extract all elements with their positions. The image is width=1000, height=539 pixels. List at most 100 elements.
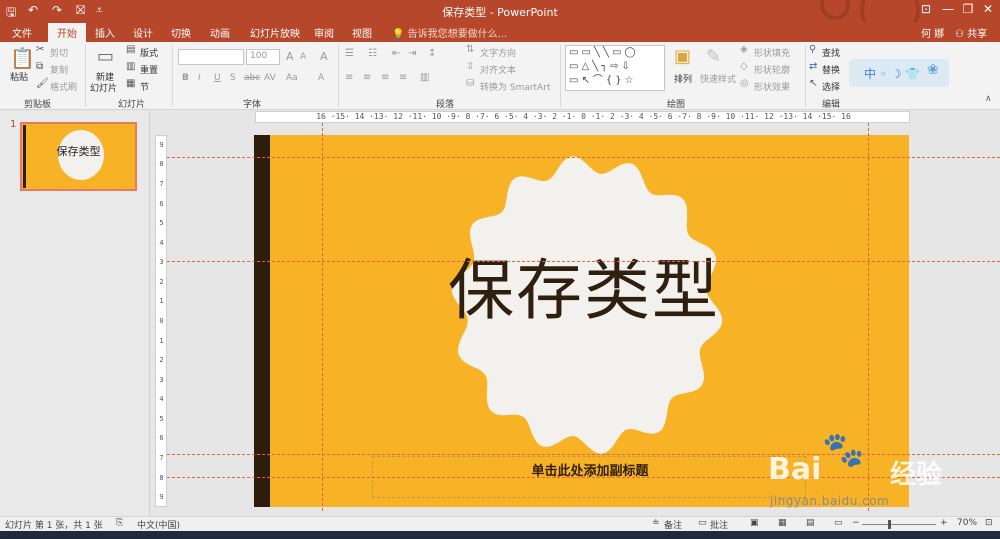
- tab-transitions[interactable]: 切换: [171, 25, 191, 40]
- copy-icon[interactable]: ⧉: [36, 61, 43, 72]
- horizontal-guide[interactable]: [167, 261, 1000, 262]
- restore-button[interactable]: ❐: [958, 2, 978, 16]
- shape-effects-icon[interactable]: ◎: [740, 78, 749, 89]
- section-icon[interactable]: ▦: [126, 78, 135, 89]
- shapes-gallery[interactable]: ▭▭╲╲▭◯ ▭△╲┐⇨⇩ ▭↖⌒{}☆: [565, 45, 665, 91]
- replace-button[interactable]: 替换: [822, 63, 840, 76]
- tab-insert[interactable]: 插入: [95, 25, 115, 40]
- increase-indent-icon[interactable]: ⇥: [408, 48, 416, 59]
- reset-button[interactable]: 重置: [140, 63, 158, 76]
- select-icon[interactable]: ↖: [809, 78, 817, 89]
- section-button[interactable]: 节: [140, 80, 149, 93]
- char-spacing-button[interactable]: AV: [264, 73, 276, 83]
- shape-fill-button[interactable]: 形状填充: [754, 46, 790, 59]
- layout-icon[interactable]: ▤: [126, 44, 135, 55]
- find-button[interactable]: 查找: [822, 46, 840, 59]
- tell-me-box[interactable]: 💡 告诉我您想要做什么...: [392, 25, 507, 40]
- columns-icon[interactable]: ▥: [420, 72, 429, 83]
- arrange-button[interactable]: 排列: [674, 72, 692, 85]
- reading-view-icon[interactable]: ▤: [806, 518, 815, 528]
- ribbon-display-options-icon[interactable]: ⊡: [916, 2, 936, 16]
- format-painter-icon[interactable]: 🖌: [36, 78, 49, 89]
- bullets-icon[interactable]: ☰: [345, 48, 354, 59]
- format-painter-button[interactable]: 格式刷: [50, 80, 77, 93]
- italic-button[interactable]: I: [198, 73, 201, 83]
- arrange-icon[interactable]: ▣: [674, 46, 691, 67]
- cut-button[interactable]: 剪切: [50, 46, 68, 59]
- slide-counter[interactable]: 幻灯片 第 1 张，共 1 张: [5, 518, 103, 531]
- convert-smartart-button[interactable]: 转换为 SmartArt: [480, 80, 550, 93]
- text-direction-button[interactable]: 文字方向: [480, 46, 516, 59]
- tab-review[interactable]: 审阅: [314, 25, 334, 40]
- comments-button[interactable]: 批注: [710, 518, 728, 531]
- fit-to-window-icon[interactable]: ⊡: [985, 518, 993, 528]
- zoom-slider-thumb[interactable]: [888, 520, 891, 529]
- slide-thumbnail[interactable]: 保存类型: [20, 122, 137, 191]
- ime-toolbar[interactable]: 中 ◦ ☽ 👕 ❀: [849, 59, 949, 87]
- normal-view-icon[interactable]: ▣: [750, 518, 759, 528]
- tab-file[interactable]: 文件: [12, 25, 32, 40]
- vertical-guide[interactable]: [322, 123, 323, 511]
- cut-icon[interactable]: ✂: [36, 44, 44, 55]
- align-text-icon[interactable]: ⇳: [466, 61, 474, 72]
- line-spacing-icon[interactable]: ↕: [428, 48, 436, 59]
- zoom-out-button[interactable]: −: [852, 518, 860, 528]
- shadow-button[interactable]: S: [230, 73, 236, 83]
- user-name[interactable]: 何 娜: [921, 25, 944, 40]
- zoom-in-button[interactable]: +: [940, 518, 948, 528]
- align-center-icon[interactable]: ≡: [363, 72, 371, 83]
- change-case-button[interactable]: Aa: [286, 73, 298, 83]
- find-icon[interactable]: ⚲: [809, 44, 816, 55]
- align-left-icon[interactable]: ≡: [345, 72, 353, 83]
- shape-outline-button[interactable]: 形状轮廓: [754, 63, 790, 76]
- close-button[interactable]: ✕: [978, 2, 998, 16]
- bold-button[interactable]: B: [182, 73, 189, 83]
- slide-title[interactable]: 保存类型: [404, 237, 764, 333]
- tab-slideshow[interactable]: 幻灯片放映: [250, 25, 300, 40]
- tab-view[interactable]: 视图: [352, 25, 372, 40]
- zoom-level[interactable]: 70%: [957, 518, 977, 528]
- smartart-icon[interactable]: ⛁: [466, 78, 474, 89]
- horizontal-guide[interactable]: [167, 157, 1000, 158]
- quick-styles-button[interactable]: 快速样式: [700, 72, 736, 85]
- language-indicator[interactable]: 中文(中国): [137, 518, 180, 531]
- align-right-icon[interactable]: ≡: [381, 72, 389, 83]
- align-text-button[interactable]: 对齐文本: [480, 63, 516, 76]
- reset-icon[interactable]: ▥: [126, 61, 135, 72]
- numbering-icon[interactable]: ☷: [368, 48, 377, 59]
- strikethrough-button[interactable]: abc: [244, 73, 260, 83]
- shape-fill-icon[interactable]: ◈: [740, 44, 748, 55]
- tab-design[interactable]: 设计: [133, 25, 153, 40]
- quick-styles-icon[interactable]: ✎: [706, 46, 721, 67]
- clear-format-button[interactable]: A: [320, 50, 328, 63]
- tab-animations[interactable]: 动画: [210, 25, 230, 40]
- slideshow-view-icon[interactable]: ▭: [834, 518, 843, 528]
- underline-button[interactable]: U: [214, 73, 221, 83]
- font-color-button[interactable]: A: [318, 73, 324, 83]
- font-size-combo[interactable]: 100: [246, 49, 280, 65]
- justify-icon[interactable]: ≡: [399, 72, 407, 83]
- tab-home[interactable]: 开始: [48, 23, 86, 42]
- layout-button[interactable]: 版式: [140, 46, 158, 59]
- shrink-font-button[interactable]: A: [300, 52, 306, 62]
- replace-icon[interactable]: ⇄: [809, 61, 817, 72]
- paste-icon[interactable]: 📋: [10, 46, 35, 70]
- minimize-button[interactable]: —: [938, 2, 958, 16]
- select-button[interactable]: 选择: [822, 80, 840, 93]
- share-button[interactable]: ⚇ 共享: [955, 25, 987, 40]
- notes-button[interactable]: 备注: [664, 518, 682, 531]
- grow-font-button[interactable]: A: [286, 50, 294, 63]
- paste-button[interactable]: 粘贴: [10, 70, 28, 83]
- decrease-indent-icon[interactable]: ⇤: [392, 48, 400, 59]
- copy-button[interactable]: 复制: [50, 63, 68, 76]
- collapse-ribbon-icon[interactable]: ∧: [985, 94, 992, 104]
- new-slide-icon[interactable]: ▭: [97, 46, 114, 67]
- spellcheck-icon[interactable]: ⎘: [116, 518, 123, 528]
- new-slide-button-line2[interactable]: 幻灯片: [90, 81, 117, 94]
- slide-sorter-icon[interactable]: ▦: [778, 518, 787, 528]
- shape-effects-button[interactable]: 形状效果: [754, 80, 790, 93]
- text-direction-icon[interactable]: ⇅: [466, 44, 474, 55]
- font-name-combo[interactable]: [178, 49, 244, 65]
- zoom-slider[interactable]: [862, 524, 936, 525]
- shape-outline-icon[interactable]: ◇: [740, 61, 748, 72]
